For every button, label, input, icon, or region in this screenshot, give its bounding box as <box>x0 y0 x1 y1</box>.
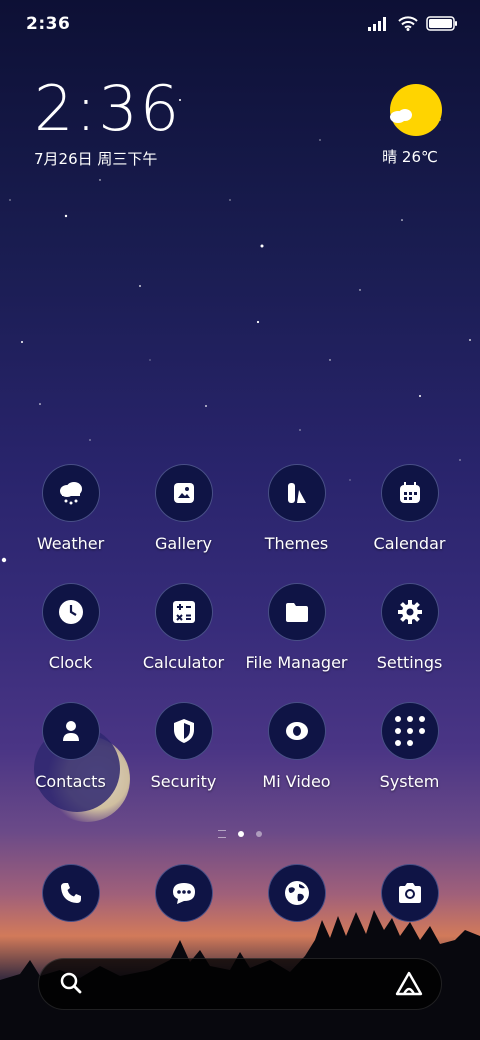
app-system-folder[interactable]: System <box>353 702 466 791</box>
dock-browser[interactable] <box>240 864 353 922</box>
shield-icon <box>154 702 213 760</box>
app-security[interactable]: Security <box>127 702 240 791</box>
cloud-icon <box>390 109 412 123</box>
app-label: Gallery <box>155 534 212 553</box>
clock-widget-time: 2:36 <box>34 72 182 145</box>
app-clock[interactable]: Clock <box>14 583 127 672</box>
brush-icon <box>267 464 326 522</box>
app-mi-video[interactable]: Mi Video <box>240 702 353 791</box>
app-label: File Manager <box>245 653 348 672</box>
app-label: Calculator <box>142 653 225 672</box>
video-icon <box>267 702 326 760</box>
app-label: Themes <box>264 534 329 553</box>
search-icon <box>60 972 82 994</box>
dock-phone[interactable] <box>14 864 127 922</box>
app-settings[interactable]: Settings <box>353 583 466 672</box>
battery-icon <box>426 16 457 31</box>
app-label: Calendar <box>373 534 446 553</box>
dock <box>14 864 466 922</box>
dock-camera[interactable] <box>353 864 466 922</box>
image-icon <box>154 464 213 522</box>
person-icon <box>41 702 100 760</box>
clock-widget-date: 7月26日 周三下午 <box>34 150 158 168</box>
app-label: Weather <box>36 534 105 553</box>
app-label: Clock <box>48 653 93 672</box>
app-label: Settings <box>376 653 443 672</box>
calculator-icon <box>154 583 213 641</box>
app-weather[interactable]: Weather <box>14 464 127 553</box>
page-indicator[interactable] <box>0 830 480 838</box>
weather-widget-text: 晴 26℃ <box>382 148 438 166</box>
cloud-rain-icon <box>41 464 100 522</box>
weather-widget[interactable]: 晴 26℃ <box>382 84 446 167</box>
assistant-icon[interactable] <box>395 971 423 997</box>
app-label: Security <box>150 772 217 791</box>
folder-icon <box>267 583 326 641</box>
signal-icon <box>368 16 386 31</box>
app-label: Contacts <box>35 772 106 791</box>
app-calendar[interactable]: Calendar <box>353 464 466 553</box>
app-contacts[interactable]: Contacts <box>14 702 127 791</box>
app-label: Mi Video <box>262 772 331 791</box>
camera-icon <box>380 864 439 922</box>
clock-widget[interactable]: 2:36 7月26日 周三下午 <box>34 78 181 169</box>
app-grid: Weather Gallery Themes Calendar Clock Ca… <box>14 464 466 791</box>
calendar-icon <box>380 464 439 522</box>
wifi-icon <box>398 16 418 31</box>
app-themes[interactable]: Themes <box>240 464 353 553</box>
app-file-manager[interactable]: File Manager <box>240 583 353 672</box>
status-time: 2:36 <box>26 14 71 34</box>
message-icon <box>154 864 213 922</box>
search-bar[interactable] <box>38 958 442 1010</box>
feed-page-dot <box>218 830 226 838</box>
app-gallery[interactable]: Gallery <box>127 464 240 553</box>
status-bar: 2:36 <box>26 14 458 38</box>
dock-messages[interactable] <box>127 864 240 922</box>
globe-icon <box>267 864 326 922</box>
gear-icon <box>380 583 439 641</box>
clock-icon <box>41 583 100 641</box>
page-dot <box>256 831 262 837</box>
app-label: System <box>379 772 440 791</box>
page-dot-active <box>238 831 244 837</box>
app-calculator[interactable]: Calculator <box>127 583 240 672</box>
folder-grid-icon <box>380 702 439 760</box>
phone-icon <box>41 864 100 922</box>
sunny-icon <box>390 84 442 136</box>
